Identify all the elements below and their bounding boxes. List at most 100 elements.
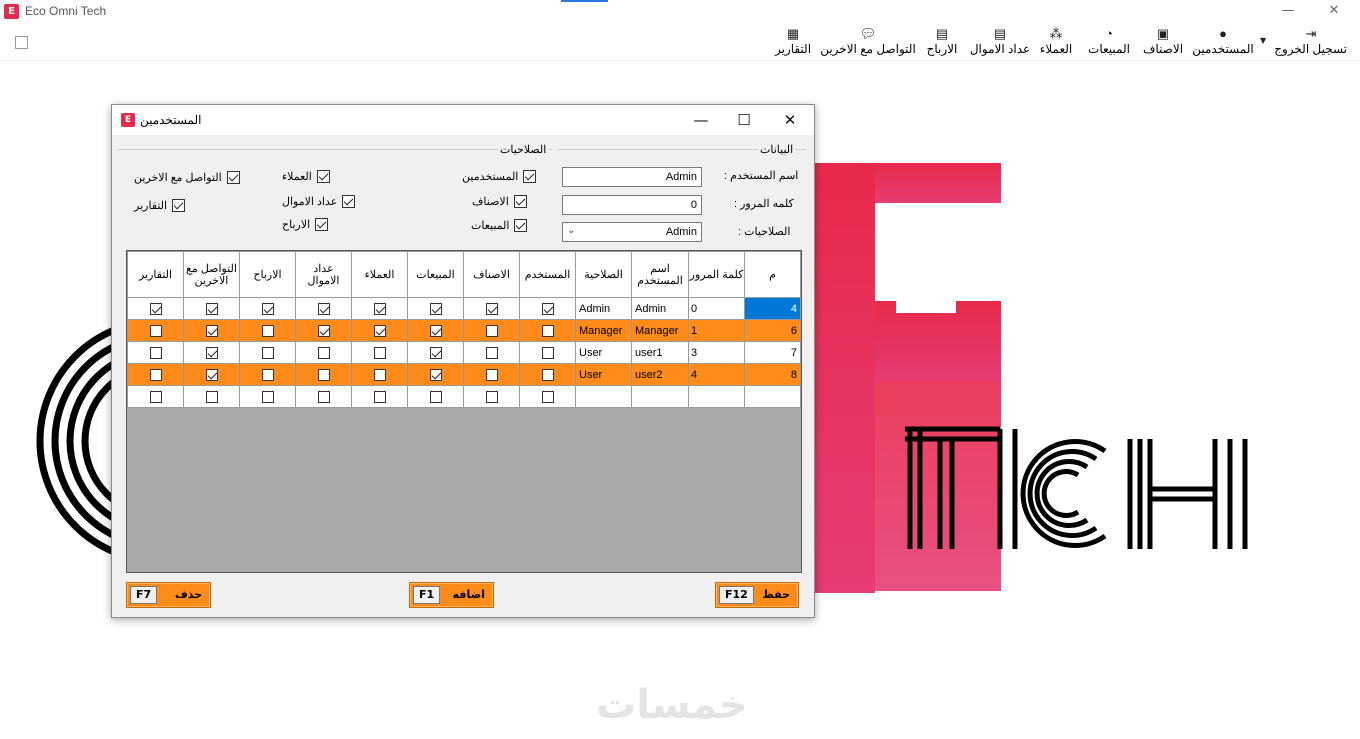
col-header-sales[interactable]: المبيعات (407, 251, 464, 298)
perm-reports-checkbox[interactable]: التقارير (134, 199, 186, 215)
perm-profits-checkbox[interactable]: الارباح (282, 218, 329, 234)
cell-checkbox[interactable] (239, 385, 296, 408)
add-button[interactable]: F1 اضافه (409, 582, 494, 608)
sales-button[interactable]: ◔ المبيعات (1085, 26, 1133, 60)
users-grid[interactable]: م كلمة المرور اسم المستخدم الصلاحية المس… (126, 250, 802, 573)
cell-checkbox[interactable] (295, 319, 352, 342)
cell-checkbox[interactable] (127, 385, 184, 408)
col-header-users[interactable]: المستخدم (519, 251, 576, 298)
cell-username[interactable]: Manager (631, 319, 689, 342)
cell-checkbox[interactable] (239, 341, 296, 364)
logout-button[interactable]: ⇥ تسجيل الخروج (1274, 26, 1347, 60)
cell-password[interactable]: 3 (688, 341, 745, 364)
cell-checkbox[interactable] (519, 341, 576, 364)
users-button[interactable]: ● المستخدمين (1191, 26, 1255, 60)
col-header-idx[interactable]: م (744, 251, 801, 298)
col-header-contact[interactable]: التواصل مع الاخرين (183, 251, 240, 298)
reports-button[interactable]: ▦ التقارير (772, 26, 814, 60)
cell-checkbox[interactable] (351, 297, 408, 320)
perm-items-checkbox[interactable]: الاصناف (472, 195, 527, 211)
logout-dropdown-arrow[interactable]: ▼ (1260, 36, 1266, 45)
cell-role[interactable]: Admin (575, 297, 632, 320)
username-field[interactable]: Admin (562, 167, 702, 187)
cell-checkbox[interactable] (351, 363, 408, 386)
cell-checkbox[interactable] (463, 319, 520, 342)
dialog-minimize-button[interactable]: — (690, 111, 712, 129)
cell-checkbox[interactable] (127, 297, 184, 320)
cell-checkbox[interactable] (183, 319, 240, 342)
cell-checkbox[interactable] (351, 341, 408, 364)
col-header-counters[interactable]: عداد الاموال (295, 251, 352, 298)
delete-button[interactable]: F7 حذف (126, 582, 211, 608)
items-button[interactable]: ▣ الاصناف (1141, 26, 1185, 60)
cell-password[interactable]: 4 (688, 363, 745, 386)
cell-idx[interactable]: 8 (744, 363, 801, 386)
password-field[interactable]: 0 (562, 195, 702, 215)
cell-checkbox[interactable] (519, 319, 576, 342)
save-button[interactable]: F12 حفظ (715, 582, 799, 608)
cell-checkbox[interactable] (295, 297, 352, 320)
perm-contact-checkbox[interactable]: التواصل مع الاخرين (134, 171, 240, 187)
cell-username[interactable]: user1 (631, 341, 689, 364)
cell-checkbox[interactable] (127, 319, 184, 342)
col-header-role[interactable]: الصلاحية (575, 251, 632, 298)
table-row[interactable]: 4 0 Admin Admin (127, 297, 801, 320)
cell-password[interactable]: 1 (688, 319, 745, 342)
cell-checkbox[interactable] (183, 385, 240, 408)
cell-checkbox[interactable] (463, 363, 520, 386)
cell-username[interactable] (631, 385, 689, 408)
cell-checkbox[interactable] (407, 319, 464, 342)
cell-idx[interactable]: 4 (744, 297, 801, 320)
dialog-close-button[interactable]: ✕ (779, 111, 801, 129)
cell-password[interactable]: 0 (688, 297, 745, 320)
col-header-items[interactable]: الاصناف (463, 251, 520, 298)
cell-checkbox[interactable] (183, 341, 240, 364)
cell-checkbox[interactable] (407, 297, 464, 320)
cell-checkbox[interactable] (407, 363, 464, 386)
profits-button[interactable]: ▤ الارباح (922, 26, 962, 60)
col-header-customers[interactable]: العملاء (351, 251, 408, 298)
contact-button[interactable]: 💬︎ التواصل مع الاخرين (818, 26, 918, 60)
cell-idx[interactable]: 6 (744, 319, 801, 342)
cell-checkbox[interactable] (463, 297, 520, 320)
cell-checkbox[interactable] (183, 297, 240, 320)
table-row[interactable]: 6 1 Manager Manager (127, 319, 801, 342)
table-new-row[interactable] (127, 385, 801, 408)
cell-checkbox[interactable] (295, 363, 352, 386)
perm-sales-checkbox[interactable]: المبيعات (471, 219, 528, 235)
counters-button[interactable]: ▤ عداد الاموال (968, 26, 1032, 60)
col-header-reports[interactable]: التقارير (127, 251, 184, 298)
cell-checkbox[interactable] (127, 363, 184, 386)
cell-checkbox[interactable] (519, 363, 576, 386)
cell-checkbox[interactable] (407, 385, 464, 408)
col-header-username[interactable]: اسم المستخدم (631, 251, 689, 298)
col-header-profits[interactable]: الارباح (239, 251, 296, 298)
cell-role[interactable]: Manager (575, 319, 632, 342)
cell-idx[interactable] (744, 385, 801, 408)
restore-button[interactable] (1280, 2, 1300, 20)
dialog-maximize-button[interactable]: ☐ (733, 111, 755, 129)
cell-username[interactable]: user2 (631, 363, 689, 386)
role-select[interactable]: ⌄ Admin (562, 222, 702, 242)
cell-checkbox[interactable] (239, 319, 296, 342)
cell-checkbox[interactable] (295, 385, 352, 408)
cell-checkbox[interactable] (239, 297, 296, 320)
cell-idx[interactable]: 7 (744, 341, 801, 364)
close-button[interactable]: ✕ (1324, 2, 1344, 20)
cell-checkbox[interactable] (351, 319, 408, 342)
cell-password[interactable] (688, 385, 745, 408)
cell-role[interactable]: User (575, 363, 632, 386)
cell-checkbox[interactable] (463, 341, 520, 364)
perm-users-checkbox[interactable]: المستخدمين (462, 170, 537, 186)
cell-checkbox[interactable] (239, 363, 296, 386)
cell-checkbox[interactable] (519, 385, 576, 408)
cell-checkbox[interactable] (295, 341, 352, 364)
customers-button[interactable]: ⁂ العملاء (1036, 26, 1076, 60)
cell-checkbox[interactable] (463, 385, 520, 408)
cell-checkbox[interactable] (183, 363, 240, 386)
table-row[interactable]: 8 4 user2 User (127, 363, 801, 386)
perm-counters-checkbox[interactable]: عداد الاموال (282, 195, 356, 211)
cell-checkbox[interactable] (407, 341, 464, 364)
cell-role[interactable]: User (575, 341, 632, 364)
cell-username[interactable]: Admin (631, 297, 689, 320)
